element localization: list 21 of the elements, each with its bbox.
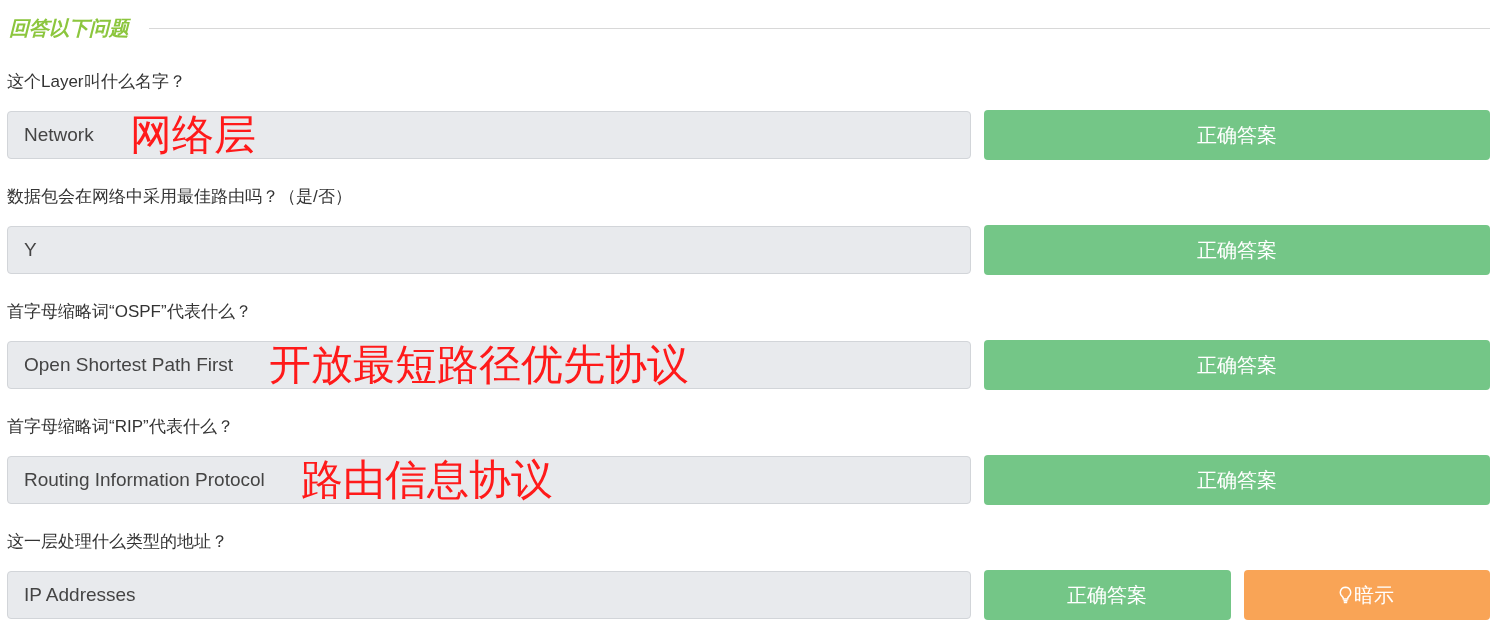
answer-button[interactable]: 正确答案	[984, 225, 1490, 275]
lightbulb-icon	[1339, 585, 1353, 605]
annotation-text: 路由信息协议	[300, 457, 553, 503]
answer-field[interactable]: IP Addresses	[7, 571, 971, 619]
answer-field[interactable]: Open Shortest Path First 开放最短路径优先协议	[7, 341, 971, 389]
question-text: 这一层处理什么类型的地址？	[7, 531, 229, 553]
answer-button[interactable]: 正确答案	[984, 570, 1231, 620]
answer-button[interactable]: 正确答案	[984, 340, 1490, 390]
answer-button[interactable]: 正确答案	[984, 455, 1490, 505]
annotation-text: 开放最短路径优先协议	[269, 342, 690, 388]
question-text: 这个Layer叫什么名字？	[7, 71, 187, 93]
section-heading: 回答以下问题	[8, 15, 129, 41]
question-text: 首字母缩略词“OSPF”代表什么？	[7, 301, 253, 323]
answer-field[interactable]: Y	[7, 226, 971, 274]
question-text: 首字母缩略词“RIP”代表什么？	[7, 416, 235, 438]
answer-button[interactable]: 正确答案	[984, 110, 1490, 160]
annotation-text: 网络层	[129, 112, 256, 158]
answer-field[interactable]: Network 网络层	[7, 111, 971, 159]
answer-field[interactable]: Routing Information Protocol 路由信息协议	[7, 456, 971, 504]
hint-button[interactable]: 暗示	[1243, 570, 1490, 620]
question-text: 数据包会在网络中采用最佳路由吗？（是/否）	[7, 186, 353, 208]
